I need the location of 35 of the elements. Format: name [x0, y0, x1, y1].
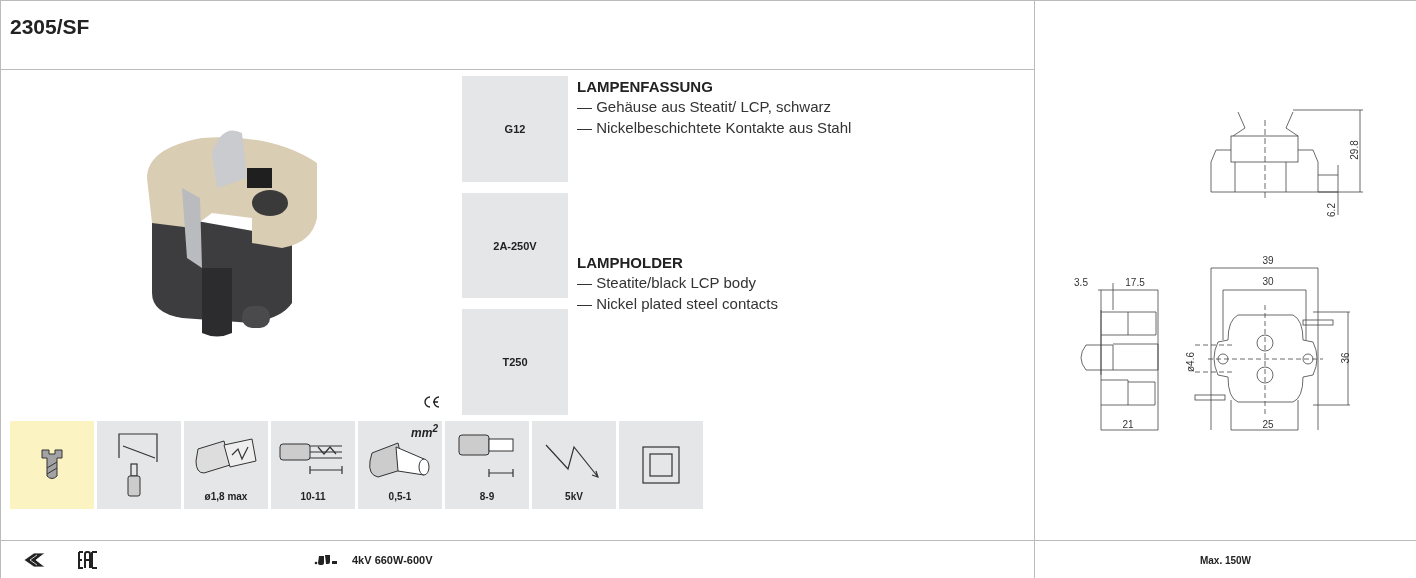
ul-mark-icon: [314, 554, 338, 566]
description-line: — Gehäuse aus Steatit/ LCP, schwarz: [577, 97, 833, 117]
dimension-label: 17.5: [1124, 277, 1145, 288]
dimension-label: 29.8: [1348, 140, 1360, 160]
description-line: — Steatite/black LCP body: [577, 273, 757, 293]
ce-mark-icon: [423, 396, 441, 408]
feature-label: 5kV: [565, 491, 583, 504]
dimension-label: 39: [1261, 255, 1274, 266]
max-power-text: Max. 150W: [1199, 554, 1252, 566]
dimension-label: ø4.6: [1184, 352, 1196, 372]
dimension-label: 21: [1121, 419, 1134, 430]
unit-label: mm$^{2}$: [411, 423, 438, 440]
screw-icon: [39, 448, 65, 482]
dimension-label: 6.2: [1325, 203, 1337, 217]
spec-label: G12: [462, 76, 568, 182]
double-square-icon: [641, 445, 681, 485]
ratings-text: 4kV 660W-600V: [352, 554, 433, 566]
dimension-label: 3.5: [1073, 277, 1088, 288]
feature-label: 8-9: [479, 491, 495, 504]
feature-label: ø1,8 max: [204, 491, 248, 504]
feature-label: 10-11: [300, 491, 326, 504]
enec-mark-icon: [24, 553, 46, 567]
dimension-label: 25: [1261, 419, 1274, 430]
description-heading: LAMPENFASSUNG: [577, 78, 714, 96]
description-line: — Nickel plated steel contacts: [577, 294, 779, 314]
clamp-icon: [117, 432, 161, 498]
eac-mark-icon: [78, 551, 98, 569]
description-line: — Nickelbeschichtete Kontakte aus Stahl: [577, 118, 852, 138]
dimension-label: 36: [1339, 352, 1351, 364]
dimension-label: 30: [1261, 276, 1274, 287]
spec-label: T250: [462, 309, 568, 415]
spec-label: 2A-250V: [462, 192, 568, 299]
feature-label: 0,5-1: [388, 491, 412, 504]
product-code: 2305/SF: [1, 1, 1034, 70]
description-heading: LAMPHOLDER: [577, 254, 684, 272]
